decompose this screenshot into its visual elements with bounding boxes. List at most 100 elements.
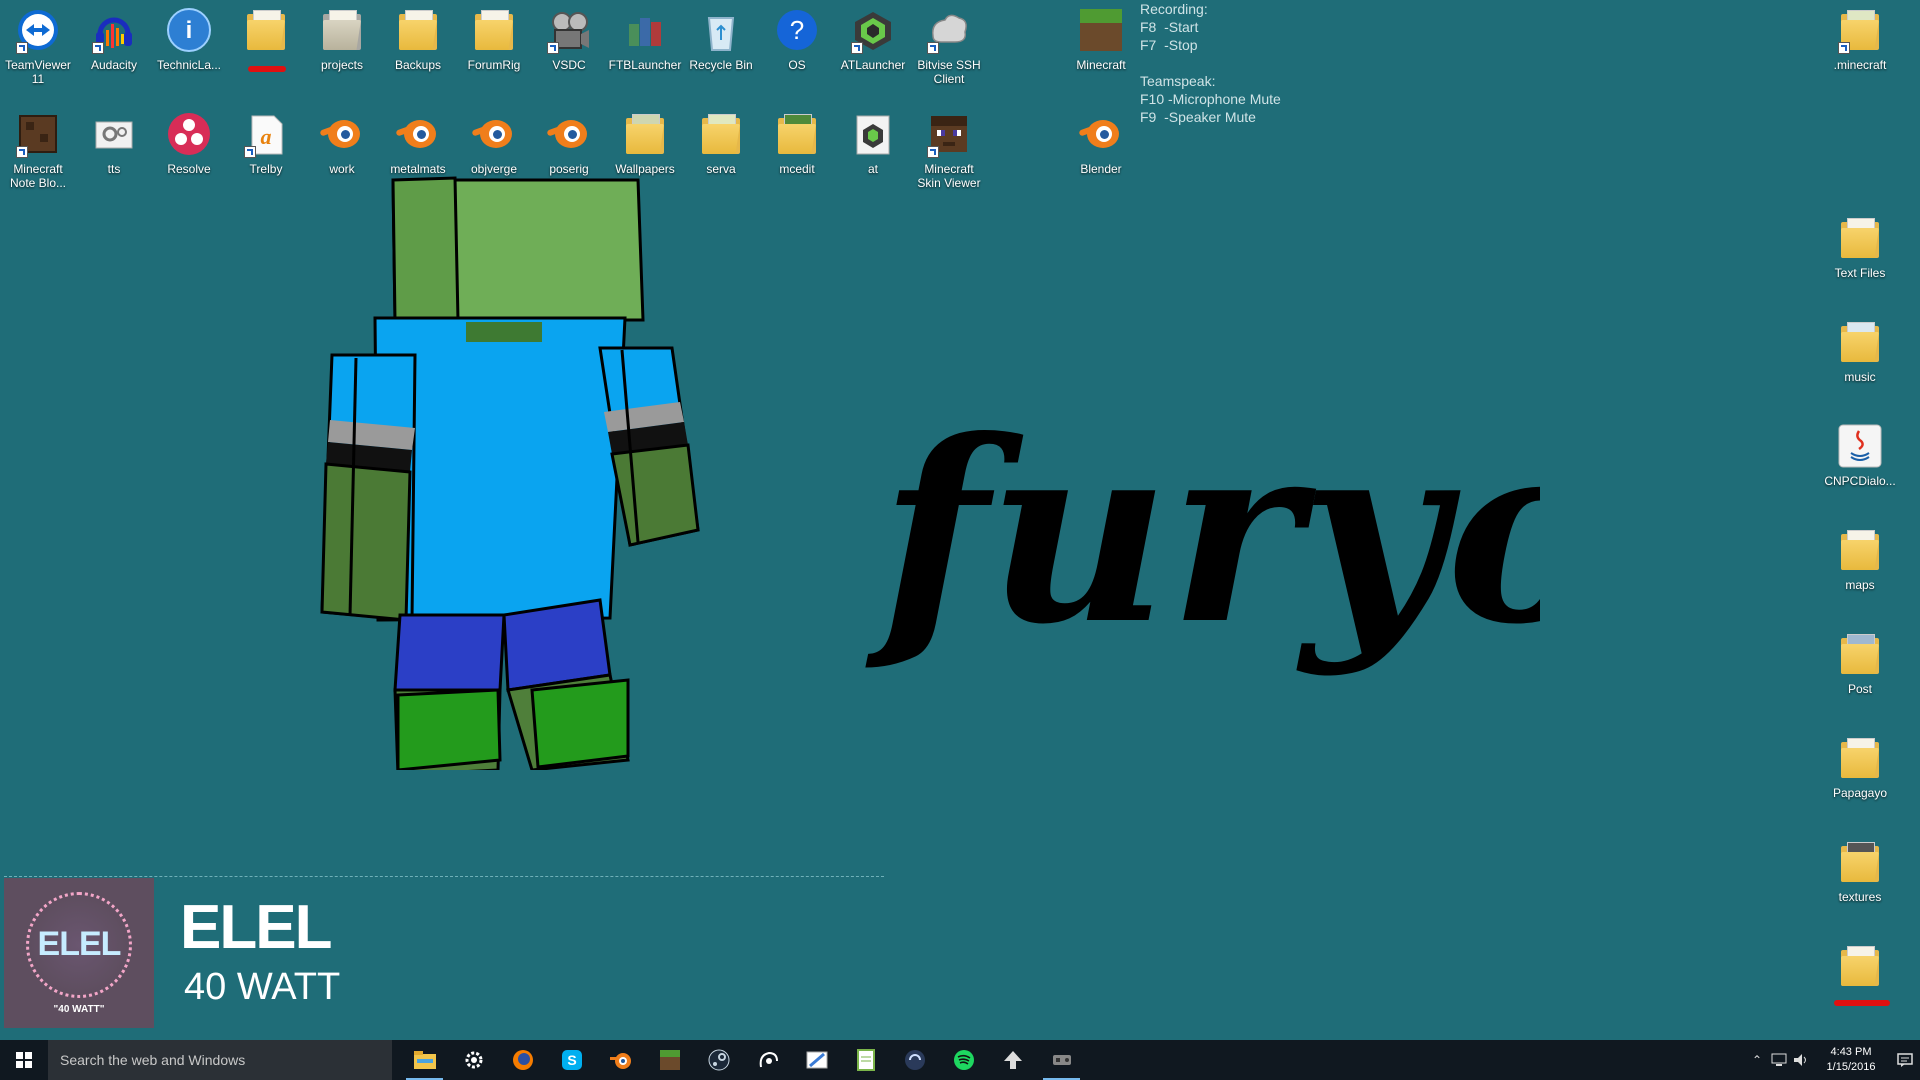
blender-icon	[1077, 110, 1125, 158]
desktop-icon-forumrig[interactable]: ForumRig	[456, 6, 532, 72]
ftb-launcher-icon	[621, 6, 669, 54]
taskbar-inkscape[interactable]	[988, 1040, 1037, 1080]
desktop-icon-backups[interactable]: Backups	[380, 6, 456, 72]
taskbar-teamspeak[interactable]	[890, 1040, 939, 1080]
icon-label: .minecraft	[1833, 58, 1887, 72]
desktop-icon-blender[interactable]: Blender	[1063, 110, 1139, 176]
icon-label: TechnicLa...	[156, 58, 222, 72]
taskbar-notepad[interactable]	[841, 1040, 890, 1080]
taskbar-minecraft[interactable]	[645, 1040, 694, 1080]
desktop-icon-music[interactable]: music	[1822, 318, 1898, 384]
action-center-button[interactable]	[1890, 1040, 1920, 1080]
taskbar-spotify[interactable]	[939, 1040, 988, 1080]
desktop-icon-bitvise[interactable]: Bitvise SSH Client	[911, 6, 987, 86]
artist-name: ELEL	[180, 893, 332, 962]
icon-label: at	[867, 162, 878, 176]
folder-icon	[1836, 6, 1884, 54]
svg-text:a: a	[261, 124, 272, 149]
blender-icon	[609, 1053, 631, 1069]
taskbar-ubisoft[interactable]	[743, 1040, 792, 1080]
desktop-icon-skin-viewer[interactable]: Minecraft Skin Viewer	[911, 110, 987, 190]
taskbar-steam[interactable]	[694, 1040, 743, 1080]
desktop-icon-post[interactable]: Post	[1822, 630, 1898, 696]
taskbar-game[interactable]	[1037, 1040, 1086, 1080]
taskbar-paint[interactable]	[792, 1040, 841, 1080]
notification-icon	[1897, 1053, 1913, 1067]
icon-label: ATLauncher	[840, 58, 906, 72]
clock[interactable]: 4:43 PM 1/15/2016	[1812, 1045, 1890, 1075]
desktop-icon-resolve[interactable]: Resolve	[151, 110, 227, 176]
now-playing-widget: ELEL "40 WATT" ELEL 40 WATT	[4, 876, 884, 1028]
divider	[4, 876, 884, 877]
desktop-icon-textures[interactable]: textures	[1822, 838, 1898, 904]
folder-icon	[242, 6, 290, 54]
icon-label: music	[1844, 370, 1876, 384]
desktop-icon-vsdc[interactable]: VSDC	[531, 6, 607, 72]
note-block-icon	[14, 110, 62, 158]
desktop-icon-audacity[interactable]: Audacity	[76, 6, 152, 72]
icon-label: Recycle Bin	[689, 58, 753, 72]
teamviewer-icon	[14, 6, 62, 54]
search-box[interactable]: Search the web and Windows	[48, 1040, 392, 1080]
desktop-icon-dotminecraft[interactable]: .minecraft	[1822, 6, 1898, 72]
taskbar: Search the web and Windows S ⌃ 4:43 PM 1…	[0, 1040, 1920, 1080]
windows-icon	[16, 1052, 32, 1068]
album-art-subtitle: "40 WATT"	[53, 1003, 105, 1015]
taskbar-apps: S	[400, 1040, 1086, 1080]
desktop-icon-at[interactable]: at	[835, 110, 911, 176]
tray-network[interactable]	[1768, 1040, 1790, 1080]
icon-label: Text Files	[1834, 266, 1886, 280]
tray-volume[interactable]	[1790, 1040, 1812, 1080]
desktop-icon-cnpcdialog[interactable]: CNPCDialo...	[1822, 422, 1898, 488]
desktop-icon-teamviewer[interactable]: TeamViewer 11	[0, 6, 76, 86]
desktop-icon-maps[interactable]: maps	[1822, 526, 1898, 592]
desktop-icon-tts[interactable]: tts	[76, 110, 152, 176]
desktop-icon-text-files[interactable]: Text Files	[1822, 214, 1898, 280]
recycle-bin-icon	[697, 6, 745, 54]
signature-text: furyos	[865, 385, 1540, 679]
desktop-icon-note-block[interactable]: Minecraft Note Blo...	[0, 110, 76, 190]
taskbar-skype[interactable]: S	[547, 1040, 596, 1080]
icon-label: CNPCDialo...	[1824, 474, 1896, 488]
desktop-icon-recycle-bin[interactable]: Recycle Bin	[683, 6, 759, 72]
desktop-icon-technic[interactable]: i TechnicLa...	[151, 6, 227, 72]
desktop-icon-projects[interactable]: projects	[304, 6, 380, 72]
taskbar-file-explorer[interactable]	[400, 1040, 449, 1080]
desktop-icon-atlauncher[interactable]: ATLauncher	[835, 6, 911, 72]
icon-label: projects	[320, 58, 364, 72]
folder-icon	[1836, 630, 1884, 678]
desktop-icon-ftblauncher[interactable]: FTBLauncher	[607, 6, 683, 72]
taskbar-settings[interactable]	[449, 1040, 498, 1080]
skin-viewer-icon	[925, 110, 973, 158]
icon-label: OS	[788, 58, 806, 72]
search-placeholder: Search the web and Windows	[60, 1052, 246, 1068]
icon-label: tts	[107, 162, 121, 176]
redaction-mark	[1834, 1000, 1890, 1006]
desktop-icon-mcedit[interactable]: mcedit	[759, 110, 835, 176]
clock-time: 4:43 PM	[1830, 1046, 1872, 1058]
icon-label: Papagayo	[1832, 786, 1888, 800]
icon-label: Blender	[1080, 162, 1122, 176]
desktop-icon-redacted-folder-right[interactable]	[1822, 942, 1898, 1006]
clock-date: 1/15/2016	[1826, 1061, 1876, 1073]
svg-text:?: ?	[790, 15, 804, 45]
desktop-icon-redacted-folder[interactable]	[228, 6, 304, 72]
taskbar-firefox[interactable]	[498, 1040, 547, 1080]
system-tray: ⌃ 4:43 PM 1/15/2016	[1746, 1040, 1920, 1080]
taskbar-blender[interactable]	[596, 1040, 645, 1080]
teamspeak-hotkeys: Teamspeak: F10 -Microphone Mute F9 -Spea…	[1140, 72, 1281, 126]
desktop-icon-os[interactable]: ? OS	[759, 6, 835, 72]
svg-text:S: S	[567, 1052, 576, 1068]
tray-expand[interactable]: ⌃	[1746, 1040, 1768, 1080]
folder-icon	[1836, 526, 1884, 574]
icon-label: Audacity	[90, 58, 138, 72]
vsdc-icon	[545, 6, 593, 54]
desktop-icon-minecraft[interactable]: Minecraft	[1063, 6, 1139, 72]
icon-label: Backups	[394, 58, 442, 72]
album-art-logo: ELEL	[37, 925, 122, 963]
folder-icon	[1836, 734, 1884, 782]
icon-label: maps	[1845, 578, 1875, 592]
desktop-icon-papagayo[interactable]: Papagayo	[1822, 734, 1898, 800]
audacity-icon	[90, 6, 138, 54]
start-button[interactable]	[0, 1040, 48, 1080]
